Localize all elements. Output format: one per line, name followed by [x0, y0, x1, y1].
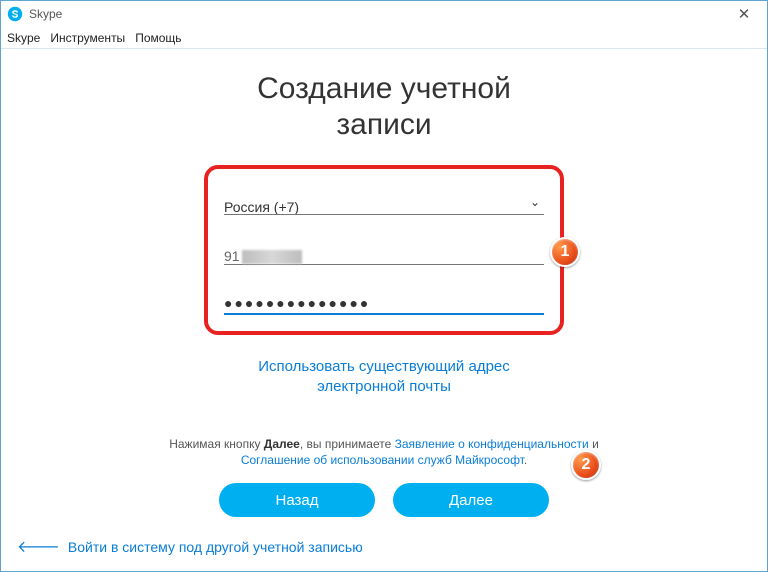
page-title-line2: записи — [336, 108, 431, 141]
menu-tools[interactable]: Инструменты — [50, 31, 125, 45]
annotation-badge-2: 2 — [571, 450, 601, 480]
chevron-down-icon: ⌄ — [530, 195, 540, 209]
skype-window: Skype ✕ Skype Инструменты Помощь Создани… — [0, 0, 768, 572]
content-area: Создание учетной записи Россия (+7) ⌄ 91… — [1, 49, 767, 517]
phone-value-prefix: 91 — [224, 248, 240, 264]
use-existing-line1[interactable]: Использовать существующий адрес — [258, 358, 510, 375]
page-title: Создание учетной записи — [184, 71, 584, 143]
back-button[interactable]: Назад — [219, 483, 375, 517]
menu-skype[interactable]: Skype — [7, 31, 40, 45]
page-title-line1: Создание учетной — [257, 72, 511, 105]
agreement-link[interactable]: Соглашение об использовании служб Майкро… — [241, 453, 524, 467]
signup-form: Россия (+7) ⌄ 91 ●●●●●●●●●●●●●● 1 — [204, 165, 564, 335]
password-input[interactable]: ●●●●●●●●●●●●●● — [224, 281, 544, 315]
next-button[interactable]: Далее — [393, 483, 549, 517]
sign-in-other-account-link[interactable]: 🡐 Войти в систему под другой учетной зап… — [17, 536, 363, 557]
phone-input[interactable]: 91 — [224, 231, 544, 265]
skype-icon — [7, 6, 23, 22]
country-select[interactable]: Россия (+7) ⌄ — [224, 181, 544, 215]
sign-in-other-account-label: Войти в систему под другой учетной запис… — [68, 539, 363, 555]
button-row: Назад Далее — [1, 483, 767, 517]
phone-value-censored — [242, 250, 302, 264]
close-button[interactable]: ✕ — [727, 4, 761, 24]
tos-text: Нажимая кнопку Далее, вы принимаете Заяв… — [169, 436, 599, 470]
titlebar: Skype ✕ — [1, 1, 767, 27]
annotation-badge-1: 1 — [550, 237, 580, 267]
password-value: ●●●●●●●●●●●●●● — [224, 295, 370, 311]
app-title: Skype — [29, 7, 727, 21]
use-existing-line2[interactable]: электронной почты — [317, 378, 451, 395]
privacy-link[interactable]: Заявление о конфиденциальности — [395, 437, 589, 451]
country-value: Россия (+7) — [224, 199, 299, 215]
menu-help[interactable]: Помощь — [135, 31, 181, 45]
form-highlight-box: Россия (+7) ⌄ 91 ●●●●●●●●●●●●●● — [204, 165, 564, 335]
arrow-left-icon: 🡐 — [17, 536, 60, 557]
menubar: Skype Инструменты Помощь — [1, 27, 767, 49]
use-existing-email-link[interactable]: Использовать существующий адрес электрон… — [1, 357, 767, 398]
